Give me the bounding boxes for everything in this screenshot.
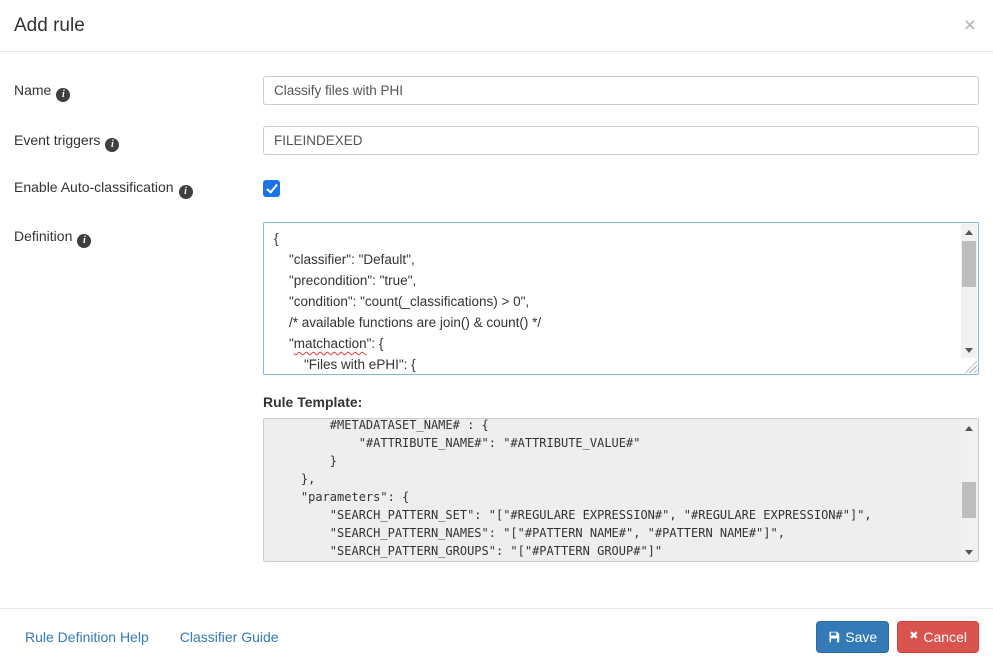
code-line: "SEARCH_PATTERN_GROUPS": "["#PATTERN GRO… xyxy=(272,542,953,560)
code-line: "SEARCH_PATTERN_NAMES": "["#PATTERN NAME… xyxy=(272,524,953,542)
scroll-up-icon[interactable] xyxy=(961,224,977,240)
code-line: } xyxy=(272,452,953,470)
scrollbar-thumb[interactable] xyxy=(962,482,976,518)
scroll-down-icon[interactable] xyxy=(961,342,977,358)
name-label: Name xyxy=(14,82,51,98)
info-icon: i xyxy=(56,88,70,102)
rule-definition-help-link[interactable]: Rule Definition Help xyxy=(25,629,149,645)
footer-links: Rule Definition Help Classifier Guide xyxy=(25,629,279,645)
scrollbar-track[interactable] xyxy=(961,240,977,342)
code-line: { xyxy=(274,228,951,249)
resize-grip-icon[interactable] xyxy=(963,359,977,373)
info-icon: i xyxy=(179,185,193,199)
scroll-up-icon[interactable] xyxy=(961,420,977,436)
modal-body: Namei Event triggersi Enable Auto-classi… xyxy=(0,52,993,562)
definition-scrollbar[interactable] xyxy=(961,224,977,358)
close-icon[interactable]: × xyxy=(964,15,976,36)
code-line: "SEARCH_PATTERN_SET": "["#REGULARE EXPRE… xyxy=(272,506,953,524)
code-line: "parameters": { xyxy=(272,488,953,506)
definition-label: Definition xyxy=(14,228,72,244)
name-row: Namei xyxy=(14,76,979,105)
misspelled-word: matchaction xyxy=(294,336,367,351)
code-line: } xyxy=(272,560,953,562)
code-line: "precondition": "true", xyxy=(274,270,951,291)
scroll-down-icon[interactable] xyxy=(961,544,977,560)
scrollbar-track[interactable] xyxy=(961,436,977,544)
cancel-button[interactable]: ✖ Cancel xyxy=(897,621,979,653)
save-button-label: Save xyxy=(845,629,877,645)
classifier-guide-link[interactable]: Classifier Guide xyxy=(180,629,279,645)
info-icon: i xyxy=(105,138,119,152)
add-rule-modal: Add rule × Namei Event triggersi Enable … xyxy=(0,0,993,562)
modal-header: Add rule × xyxy=(0,0,993,52)
definition-textarea[interactable]: { "classifier": "Default", "precondition… xyxy=(263,222,979,375)
info-icon: i xyxy=(77,234,91,248)
rule-template-textarea[interactable]: #METADATASET_NAME# : { "#ATTRIBUTE_NAME#… xyxy=(263,418,979,562)
code-line: "#ATTRIBUTE_NAME#": "#ATTRIBUTE_VALUE#" xyxy=(272,434,953,452)
code-line: "Files with ePHI": { xyxy=(274,354,951,374)
name-input[interactable] xyxy=(263,76,979,105)
page-title: Add rule xyxy=(14,15,85,37)
code-line: "matchaction": { xyxy=(274,333,951,354)
rule-template-scrollbar[interactable] xyxy=(961,420,977,560)
code-line: "condition": "count(_classifications) > … xyxy=(274,291,951,312)
auto-classification-checkbox[interactable] xyxy=(263,180,280,197)
auto-classification-row: Enable Auto-classification i xyxy=(14,176,979,199)
save-button[interactable]: Save xyxy=(816,621,889,653)
save-icon xyxy=(828,631,840,643)
definition-content: { "classifier": "Default", "precondition… xyxy=(264,223,961,374)
code-line: }, xyxy=(272,470,953,488)
event-triggers-label: Event triggers xyxy=(14,132,100,148)
rule-template-content: #METADATASET_NAME# : { "#ATTRIBUTE_NAME#… xyxy=(264,418,961,562)
code-line: #METADATASET_NAME# : { xyxy=(272,418,953,434)
scrollbar-thumb[interactable] xyxy=(962,241,976,287)
auto-classification-label: Enable Auto-classification xyxy=(14,179,174,195)
code-line: /* available functions are join() & coun… xyxy=(274,312,951,333)
cancel-button-label: Cancel xyxy=(923,629,967,645)
definition-row: Definition i { "classifier": "Default", "… xyxy=(14,222,979,562)
code-line: "classifier": "Default", xyxy=(274,249,951,270)
event-triggers-row: Event triggers i xyxy=(14,126,979,155)
modal-footer: Rule Definition Help Classifier Guide Sa… xyxy=(0,608,993,664)
cancel-icon: ✖ xyxy=(909,631,918,642)
event-triggers-input[interactable] xyxy=(263,126,979,155)
rule-template-label: Rule Template: xyxy=(263,394,979,410)
